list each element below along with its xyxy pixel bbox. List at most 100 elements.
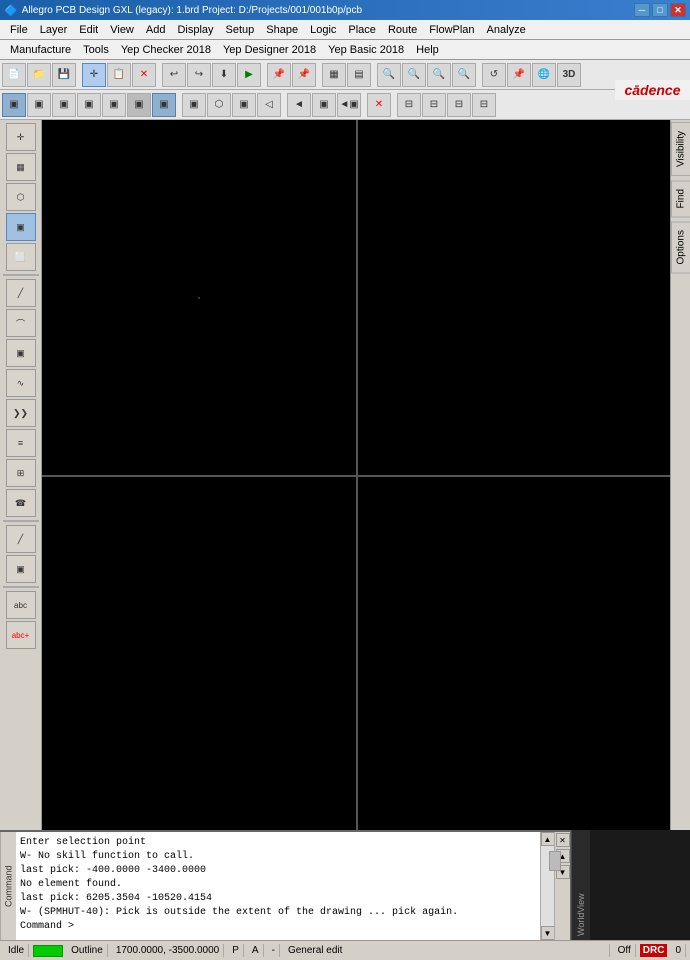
tb2-shape1[interactable]: ▣ [182, 93, 206, 117]
tb-new[interactable]: 📄 [2, 63, 26, 87]
menu-file[interactable]: File [4, 22, 34, 38]
menu-setup[interactable]: Setup [220, 22, 261, 38]
tb2-connect1[interactable]: ⊟ [397, 93, 421, 117]
tb2-shape2[interactable]: ⬡ [207, 93, 231, 117]
sb-grid-btn[interactable]: ⊞ [6, 459, 36, 487]
menu-yep-designer[interactable]: Yep Designer 2018 [217, 42, 322, 58]
sb-diagonal[interactable]: ╱ [6, 525, 36, 553]
tb-zoom-prev[interactable]: 🔍 [452, 63, 476, 87]
menu-yep-basic[interactable]: Yep Basic 2018 [322, 42, 410, 58]
tb2-connect2[interactable]: ⊟ [422, 93, 446, 117]
tb-zoom-out[interactable]: 🔍 [402, 63, 426, 87]
tb2-select1[interactable]: ▣ [2, 93, 26, 117]
menu-add[interactable]: Add [140, 22, 172, 38]
menu-help[interactable]: Help [410, 42, 445, 58]
tab-visibility[interactable]: Visibility [671, 122, 690, 176]
close-button[interactable]: ✕ [670, 3, 686, 17]
sb-via[interactable]: ▣ [6, 339, 36, 367]
tb-redo[interactable]: ↪ [187, 63, 211, 87]
menu-logic[interactable]: Logic [304, 22, 342, 38]
sb-text[interactable]: abc [6, 591, 36, 619]
canvas-area[interactable] [42, 120, 670, 830]
sb-add-connect[interactable]: ✛ [6, 123, 36, 151]
sb-place[interactable]: ▣ [6, 213, 36, 241]
scroll-thumb[interactable] [549, 851, 561, 871]
scroll-down-btn[interactable]: ▼ [541, 926, 555, 940]
tb-grid[interactable]: ▦ [322, 63, 346, 87]
tb-snap[interactable]: ✛ [82, 63, 106, 87]
tb-grid2[interactable]: ▤ [347, 63, 371, 87]
sb-poly[interactable]: ⬡ [6, 183, 36, 211]
tb2-select5[interactable]: ▣ [102, 93, 126, 117]
tb2-shape3[interactable]: ▣ [232, 93, 256, 117]
console-expand-btn[interactable]: ✕ [556, 833, 570, 847]
menu-shape[interactable]: Shape [260, 22, 304, 38]
sb-rect2[interactable]: ▣ [6, 555, 36, 583]
sb-rect[interactable]: ⬜ [6, 243, 36, 271]
tab-find[interactable]: Find [671, 180, 690, 217]
title-bar-controls: ─ □ ✕ [634, 3, 686, 17]
status-drc[interactable]: DRC [640, 944, 668, 957]
menu-analyze[interactable]: Analyze [481, 22, 532, 38]
tb-pin2[interactable]: 📌 [292, 63, 316, 87]
scroll-up-btn[interactable]: ▲ [541, 832, 555, 846]
tab-options[interactable]: Options [671, 221, 690, 273]
menu-display[interactable]: Display [171, 22, 219, 38]
tb-save[interactable]: 💾 [52, 63, 76, 87]
menu-route[interactable]: Route [382, 22, 423, 38]
status-dash: - [268, 944, 280, 957]
menu-yep-checker[interactable]: Yep Checker 2018 [115, 42, 217, 58]
menu-manufacture[interactable]: Manufacture [4, 42, 77, 58]
maximize-button[interactable]: □ [652, 3, 668, 17]
tb-zoom-in[interactable]: 🔍 [377, 63, 401, 87]
tb2-connect3[interactable]: ⊟ [447, 93, 471, 117]
tb2-select6[interactable]: ▣ [127, 93, 151, 117]
tb-zoom-fit[interactable]: 🔍 [427, 63, 451, 87]
tb-bookmark[interactable]: 📌 [507, 63, 531, 87]
status-general-edit: General edit [284, 944, 610, 957]
toolbar-row-2: ▣ ▣ ▣ ▣ ▣ ▣ ▣ ▣ ⬡ ▣ ◁ ◄ ▣ ◄▣ ✕ ⊟ ⊟ ⊟ ⊟ [0, 90, 690, 120]
title-bar-left: 🔷 Allegro PCB Design GXL (legacy): 1.brd… [4, 4, 362, 17]
sb-list[interactable]: ≡ [6, 429, 36, 457]
menu-flowplan[interactable]: FlowPlan [423, 22, 480, 38]
tb2-select2[interactable]: ▣ [27, 93, 51, 117]
menu-edit[interactable]: Edit [73, 22, 104, 38]
sb-select[interactable]: ▦ [6, 153, 36, 181]
menu-tools[interactable]: Tools [77, 42, 115, 58]
canvas-divider-vertical [356, 120, 358, 830]
tb2-select7[interactable]: ▣ [152, 93, 176, 117]
tb-open[interactable]: 📁 [27, 63, 51, 87]
tb-run[interactable]: ▶ [237, 63, 261, 87]
tb2-select3[interactable]: ▣ [52, 93, 76, 117]
tb-copy[interactable]: 📋 [107, 63, 131, 87]
console-label: Command [0, 832, 16, 940]
sb-arc[interactable]: ⌒ [6, 309, 36, 337]
tb-rotate[interactable]: ↺ [482, 63, 506, 87]
tb-3d[interactable]: 3D [557, 63, 581, 87]
tb2-arrow1[interactable]: ◄ [287, 93, 311, 117]
menu-bar-1: File Layer Edit View Add Display Setup S… [0, 20, 690, 40]
tb2-shape4[interactable]: ◁ [257, 93, 281, 117]
sb-text-add[interactable]: abc+ [6, 621, 36, 649]
sb-arrow[interactable]: ❯❯ [6, 399, 36, 427]
sb-line[interactable]: ╱ [6, 279, 36, 307]
tb-pin1[interactable]: 📌 [267, 63, 291, 87]
menu-view[interactable]: View [104, 22, 140, 38]
status-coords: 1700.0000, -3500.0000 [112, 944, 224, 957]
minimize-button[interactable]: ─ [634, 3, 650, 17]
tb-down[interactable]: ⬇ [212, 63, 236, 87]
sb-wave[interactable]: ∿ [6, 369, 36, 397]
tb-undo[interactable]: ↩ [162, 63, 186, 87]
tb2-select4[interactable]: ▣ [77, 93, 101, 117]
menu-place[interactable]: Place [342, 22, 382, 38]
tb-delete[interactable]: ✕ [132, 63, 156, 87]
tb2-arrow2[interactable]: ▣ [312, 93, 336, 117]
tb2-stop[interactable]: ✕ [367, 93, 391, 117]
menu-layer[interactable]: Layer [34, 22, 74, 38]
tb2-connect4[interactable]: ⊟ [472, 93, 496, 117]
console-text[interactable]: Enter selection point W- No skill functi… [16, 832, 540, 940]
tb2-arrow3[interactable]: ◄▣ [337, 93, 361, 117]
console-line-3: last pick: -400.0000 -3400.0000 [20, 864, 536, 878]
sb-phone[interactable]: ☎ [6, 489, 36, 517]
tb-world[interactable]: 🌐 [532, 63, 556, 87]
